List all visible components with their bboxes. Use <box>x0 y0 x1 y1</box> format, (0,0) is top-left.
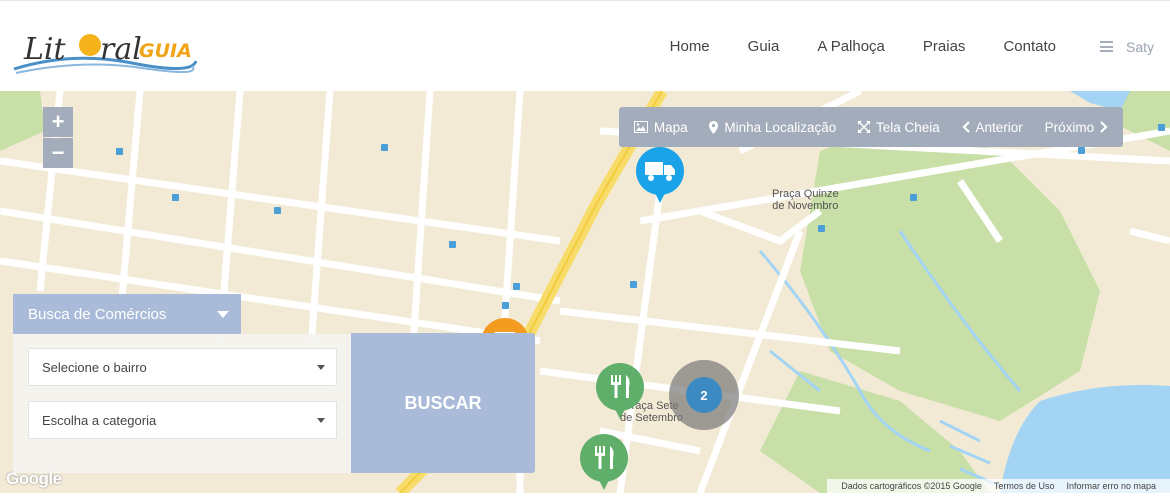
mapa-button[interactable]: Mapa <box>633 119 688 135</box>
chevron-right-icon <box>1100 121 1108 133</box>
restaurant-marker-2[interactable] <box>578 434 632 493</box>
anterior-button[interactable]: Anterior <box>961 119 1023 135</box>
map-pin-icon <box>709 120 719 134</box>
search-panel-toggle[interactable]: Busca de Comércios <box>13 294 241 334</box>
chevron-left-icon <box>961 121 970 133</box>
buscar-button[interactable]: BUSCAR <box>351 333 535 473</box>
caret-down-icon <box>217 311 229 318</box>
svg-text:GUIA: GUIA <box>139 40 192 62</box>
anterior-label: Anterior <box>975 119 1023 135</box>
tela-cheia-button[interactable]: Tela Cheia <box>857 119 940 135</box>
cluster-count: 2 <box>686 377 722 413</box>
minha-localizacao-label: Minha Localização <box>724 119 837 135</box>
nav-guia[interactable]: Guia <box>748 38 780 55</box>
proximo-button[interactable]: Próximo <box>1045 120 1109 135</box>
user-menu[interactable]: Saty <box>1099 38 1154 55</box>
search-panel: Selecione o bairro Escolha a categoria <box>13 334 352 473</box>
map-area[interactable]: + − Mapa Minha Localização Tela Cheia An… <box>0 91 1170 493</box>
tela-cheia-label: Tela Cheia <box>875 119 940 135</box>
categoria-select[interactable]: Escolha a categoria <box>28 401 337 439</box>
nav-a-palhoca[interactable]: A Palhoça <box>817 38 885 55</box>
mapa-label: Mapa <box>653 119 688 135</box>
bairro-select[interactable]: Selecione o bairro <box>28 348 337 386</box>
main-nav: Home Guia A Palhoça Praias Contato Saty <box>670 1 1170 92</box>
nav-home[interactable]: Home <box>670 38 710 55</box>
caret-down-icon <box>317 365 325 370</box>
informar-erro-link[interactable]: Informar erro no mapa <box>1066 481 1156 491</box>
termos-de-uso-link[interactable]: Termos de Uso <box>994 481 1055 491</box>
minha-localizacao-button[interactable]: Minha Localização <box>709 120 836 135</box>
praca-quinze-line2: de Novembro <box>772 200 839 212</box>
categoria-select-value: Escolha a categoria <box>42 412 157 428</box>
zoom-controls: + − <box>43 107 73 168</box>
site-logo[interactable]: Lit ral GUIA <box>12 21 198 79</box>
search-panel-title: Busca de Comércios <box>28 305 167 323</box>
fullscreen-icon <box>857 121 870 133</box>
user-name: Saty <box>1125 38 1154 55</box>
caret-down-icon <box>317 418 325 423</box>
image-icon <box>633 121 648 133</box>
zoom-in-button[interactable]: + <box>43 107 73 137</box>
bairro-select-value: Selecione o bairro <box>42 359 147 375</box>
logo-graphic: Lit ral GUIA <box>13 32 198 74</box>
attribution-dados: Dados cartográficos ©2015 Google <box>841 481 982 491</box>
svg-text:ral: ral <box>100 32 142 67</box>
site-header: Lit ral GUIA Home Guia A Palhoça Praias … <box>0 0 1170 91</box>
restaurant-marker-1[interactable] <box>594 363 648 423</box>
map-toolbar: Mapa Minha Localização Tela Cheia Anteri… <box>619 107 1123 147</box>
nav-praias[interactable]: Praias <box>923 38 966 55</box>
map-attribution: Dados cartográficos ©2015 Google Termos … <box>827 479 1170 493</box>
zoom-out-button[interactable]: − <box>43 138 73 168</box>
marker-cluster[interactable]: 2 <box>669 360 739 430</box>
proximo-label: Próximo <box>1044 119 1095 135</box>
nav-contato[interactable]: Contato <box>1003 38 1056 55</box>
praca-quinze-line1: Praça Quinze <box>772 188 839 200</box>
hamburger-icon <box>1099 41 1113 52</box>
delivery-truck-marker[interactable] <box>634 147 688 205</box>
svg-text:Lit: Lit <box>23 32 67 67</box>
praca-quinze-label: Praça Quinze de Novembro <box>772 188 839 212</box>
